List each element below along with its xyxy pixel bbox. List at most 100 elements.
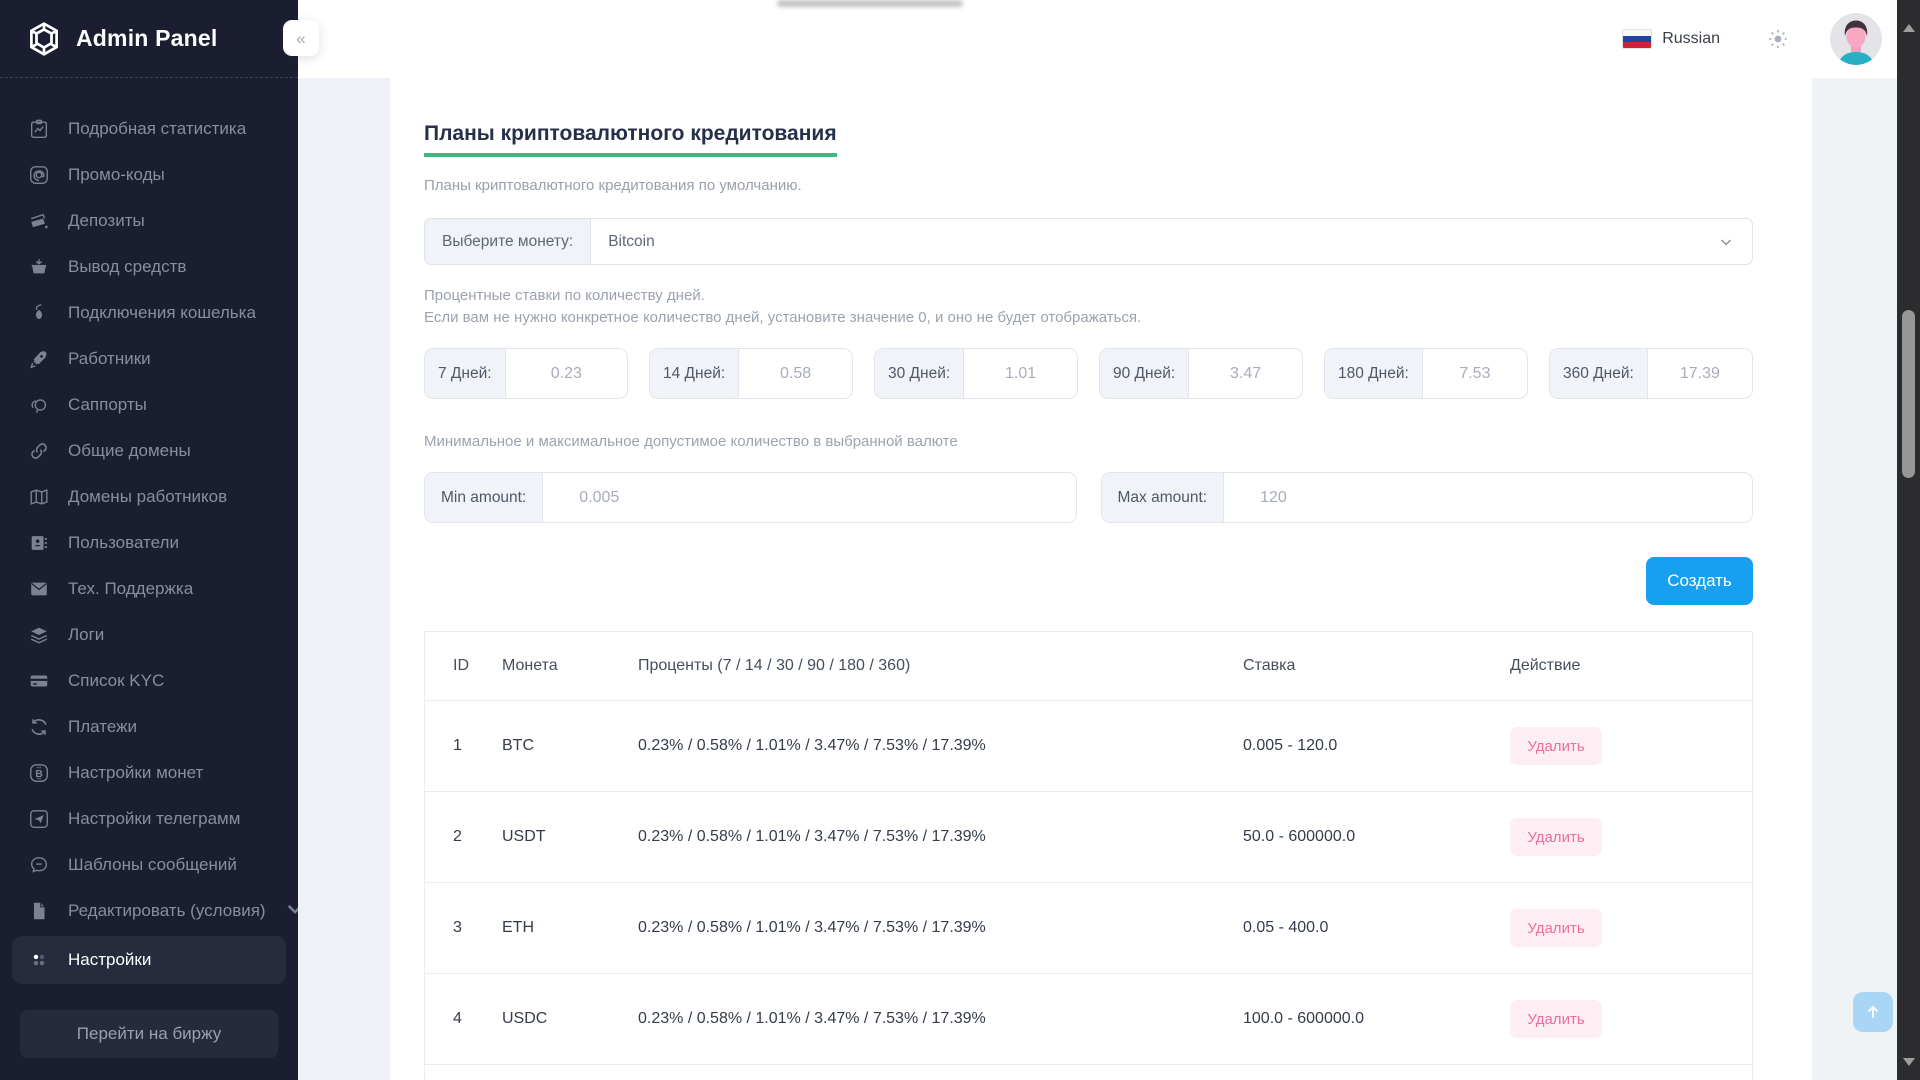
create-button[interactable]: Создать <box>1646 557 1753 605</box>
cell-percents: 0.23% / 0.58% / 1.01% / 3.47% / 7.53% / … <box>638 1010 1243 1028</box>
col-header-id: ID <box>425 657 502 675</box>
sidebar-item-workers[interactable]: Работники <box>0 336 298 382</box>
layers-icon <box>28 624 50 646</box>
sidebar-item-label: Редактировать (условия) <box>68 901 266 921</box>
sidebar: Admin Panel Подробная статистика Промо-к… <box>0 0 298 1080</box>
rate-input-180d[interactable] <box>1423 349 1527 398</box>
rate-input-7d[interactable] <box>506 349 627 398</box>
right-gutter <box>1812 78 1897 1080</box>
cell-coin: USDC <box>502 1010 638 1028</box>
sidebar-item-edit-terms[interactable]: Редактировать (условия) <box>0 888 298 934</box>
scrollbar-down-arrow[interactable] <box>1897 1052 1920 1072</box>
rate-input-360d[interactable] <box>1648 349 1752 398</box>
sidebar-item-label: Тех. Поддержка <box>68 579 193 599</box>
sidebar-item-label: Платежи <box>68 717 137 737</box>
sidebar-item-tech-support[interactable]: Тех. Поддержка <box>0 566 298 612</box>
sidebar-item-label: Список KYC <box>68 671 164 691</box>
cell-rate: 50.0 - 600000.0 <box>1243 828 1510 846</box>
col-header-rate: Ставка <box>1243 657 1510 675</box>
language-selector[interactable]: Russian <box>1622 29 1720 49</box>
delete-button[interactable]: Удалить <box>1510 727 1602 765</box>
cell-rate: 0.005 - 120.0 <box>1243 737 1510 755</box>
wallet-drop-icon <box>28 302 50 324</box>
coin-select-value: Bitcoin <box>591 219 1718 264</box>
rate-input-group-180d: 180 Дней: <box>1324 348 1528 399</box>
sidebar-item-label: Шаблоны сообщений <box>68 855 237 875</box>
id-card-icon <box>28 532 50 554</box>
cell-coin: BTC <box>502 737 638 755</box>
admin-panel-app: Admin Panel Подробная статистика Промо-к… <box>0 0 1920 1080</box>
main-panel: Планы криптовалютного кредитования Планы… <box>390 78 1812 1080</box>
sidebar-collapse-button[interactable]: « <box>283 20 319 56</box>
rate-input-14d[interactable] <box>739 349 852 398</box>
min-amount-input[interactable] <box>543 473 1075 522</box>
rate-label-7d: 7 Дней: <box>425 349 506 398</box>
table-row: 3 ETH 0.23% / 0.58% / 1.01% / 3.47% / 7.… <box>425 883 1752 974</box>
coin-select[interactable]: Выберите монету: Bitcoin <box>424 218 1753 265</box>
scrollbar-thumb[interactable] <box>1902 310 1915 478</box>
headset-icon <box>28 394 50 416</box>
app-title: Admin Panel <box>76 25 218 52</box>
sidebar-item-settings[interactable]: Настройки <box>12 936 286 984</box>
sidebar-item-detailed-stats[interactable]: Подробная статистика <box>0 106 298 152</box>
sidebar-item-withdrawals[interactable]: Вывод средств <box>0 244 298 290</box>
cell-coin: USDT <box>502 828 638 846</box>
scroll-to-top-button[interactable] <box>1853 992 1893 1032</box>
sidebar-item-label: Настройки монет <box>68 763 203 783</box>
delete-button[interactable]: Удалить <box>1510 818 1602 856</box>
vertical-scrollbar[interactable] <box>1897 0 1920 1080</box>
rate-input-90d[interactable] <box>1189 349 1302 398</box>
plans-table: ID Монета Проценты (7 / 14 / 30 / 90 / 1… <box>424 631 1753 1080</box>
sidebar-item-telegram-settings[interactable]: Настройки телеграмм <box>0 796 298 842</box>
sidebar-item-common-domains[interactable]: Общие домены <box>0 428 298 474</box>
sidebar-item-supports[interactable]: Саппорты <box>0 382 298 428</box>
sidebar-item-users[interactable]: Пользователи <box>0 520 298 566</box>
content-area: Планы криптовалютного кредитования Планы… <box>298 78 1897 1080</box>
dots-grid-icon <box>28 949 50 971</box>
map-icon <box>28 486 50 508</box>
sidebar-item-wallet-connections[interactable]: Подключения кошелька <box>0 290 298 336</box>
sidebar-item-label: Депозиты <box>68 211 145 231</box>
envelope-icon <box>28 578 50 600</box>
scrollbar-up-arrow[interactable] <box>1897 18 1920 38</box>
cell-percents: 0.23% / 0.58% / 1.01% / 3.47% / 7.53% / … <box>638 737 1243 755</box>
rate-input-group-30d: 30 Дней: <box>874 348 1078 399</box>
sidebar-item-logs[interactable]: Логи <box>0 612 298 658</box>
sidebar-item-payments[interactable]: Платежи <box>0 704 298 750</box>
sidebar-item-coin-settings[interactable]: B Настройки монет <box>0 750 298 796</box>
sidebar-item-label: Работники <box>68 349 151 369</box>
rate-input-group-7d: 7 Дней: <box>424 348 628 399</box>
max-amount-input[interactable] <box>1224 473 1752 522</box>
sidebar-item-label: Промо-коды <box>68 165 165 185</box>
rate-input-group-14d: 14 Дней: <box>649 348 853 399</box>
rate-label-90d: 90 Дней: <box>1100 349 1189 398</box>
sidebar-item-deposits[interactable]: Депозиты <box>0 198 298 244</box>
sidebar-item-kyc-list[interactable]: Список KYC <box>0 658 298 704</box>
rates-help-line1: Процентные ставки по количеству дней. <box>424 287 1753 304</box>
delete-button[interactable]: Удалить <box>1510 1000 1602 1038</box>
left-gutter <box>298 78 390 1080</box>
user-avatar[interactable] <box>1830 13 1882 65</box>
bitcoin-icon: B <box>28 762 50 784</box>
sidebar-item-label: Подключения кошелька <box>68 303 256 323</box>
max-amount-group: Max amount: <box>1101 472 1754 523</box>
min-amount-label: Min amount: <box>425 473 543 522</box>
rate-input-30d[interactable] <box>964 349 1077 398</box>
cell-coin: ETH <box>502 919 638 937</box>
go-to-exchange-button[interactable]: Перейти на биржу <box>20 1010 278 1058</box>
telegram-icon <box>28 808 50 830</box>
sidebar-item-promo-codes[interactable]: Промо-коды <box>0 152 298 198</box>
sidebar-item-message-templates[interactable]: Шаблоны сообщений <box>0 842 298 888</box>
sidebar-item-worker-domains[interactable]: Домены работников <box>0 474 298 520</box>
cell-rate: 0.05 - 400.0 <box>1243 919 1510 937</box>
theme-toggle[interactable] <box>1766 27 1790 51</box>
sidebar-item-label: Домены работников <box>68 487 227 507</box>
document-icon <box>28 900 50 922</box>
page-title: Планы криптовалютного кредитования <box>424 122 837 157</box>
rate-input-group-90d: 90 Дней: <box>1099 348 1303 399</box>
minmax-help: Минимальное и максимальное допустимое ко… <box>424 433 1753 450</box>
delete-button[interactable]: Удалить <box>1510 909 1602 947</box>
rate-label-180d: 180 Дней: <box>1325 349 1423 398</box>
language-label: Russian <box>1662 30 1720 48</box>
topbar: Russian <box>298 0 1897 78</box>
